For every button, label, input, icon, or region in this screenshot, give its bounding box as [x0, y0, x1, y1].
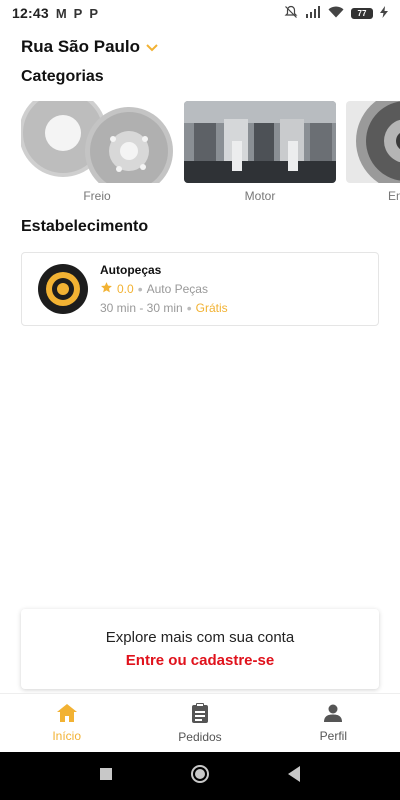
home-button-icon[interactable]	[190, 764, 210, 789]
status-bar-left: 12:43 M P P	[12, 5, 98, 21]
store-name: Autopeças	[100, 263, 162, 277]
nav-item-pedidos[interactable]: Pedidos	[133, 694, 266, 752]
brake-image	[21, 101, 173, 183]
notifications-off-icon	[284, 5, 298, 22]
nav-label: Início	[52, 728, 81, 743]
categories-carousel[interactable]: Freio Motor E	[0, 101, 400, 211]
chevron-down-icon	[146, 37, 158, 57]
person-icon	[324, 704, 343, 725]
status-bar: 12:43 M P P 77	[0, 0, 400, 26]
store-logo	[38, 264, 88, 314]
delivery-fee: Grátis	[195, 301, 228, 315]
address-label: Rua São Paulo	[21, 37, 141, 56]
category-item-motor[interactable]: Motor	[184, 101, 336, 203]
gmail-notification-icon: M	[55, 5, 67, 21]
engine-image	[184, 101, 336, 183]
home-icon	[56, 703, 77, 725]
app-notification-icon: P	[73, 5, 83, 21]
category-label: Freio	[83, 189, 111, 203]
store-rating-row: 0.0 • Auto Peças	[100, 281, 228, 297]
battery-icon: 77	[351, 7, 373, 19]
nav-item-perfil[interactable]: Perfil	[267, 694, 400, 752]
address-selector[interactable]: Rua São Paulo	[21, 37, 158, 57]
category-label: Motor	[244, 189, 276, 203]
category-label: Em	[388, 189, 400, 203]
back-icon[interactable]	[287, 765, 301, 787]
wifi-icon	[328, 5, 344, 21]
login-prompt-card: Explore mais com sua conta Entre ou cada…	[21, 609, 379, 689]
store-rating: 0.0	[117, 282, 134, 296]
signal-icon	[305, 5, 321, 21]
login-prompt-text: Explore mais com sua conta	[105, 629, 295, 646]
login-signup-link[interactable]: Entre ou cadastre-se	[126, 652, 274, 669]
separator-dot: •	[137, 281, 143, 297]
status-time: 12:43	[12, 5, 49, 21]
nav-label: Perfil	[319, 728, 347, 743]
establishments-title: Estabelecimento	[21, 218, 149, 235]
categories-title: Categorias	[21, 68, 104, 85]
store-category: Auto Peças	[146, 282, 208, 296]
status-bar-right: 77	[284, 5, 388, 22]
system-navigation-bar	[0, 752, 400, 800]
clutch-image	[346, 101, 400, 183]
app-notification-icon: P	[89, 5, 98, 21]
category-item-embreagem[interactable]: Em	[346, 101, 400, 203]
store-info: Autopeças 0.0 • Auto Peças 30 min - 30 m…	[100, 263, 228, 315]
star-icon	[100, 281, 113, 297]
clipboard-icon	[191, 702, 209, 726]
establishment-card[interactable]: Autopeças 0.0 • Auto Peças 30 min - 30 m…	[21, 252, 379, 326]
nav-label: Pedidos	[178, 729, 222, 744]
delivery-time: 30 min - 30 min	[100, 301, 183, 315]
store-delivery-row: 30 min - 30 min • Grátis	[100, 301, 228, 315]
charging-icon	[380, 5, 388, 21]
recents-icon[interactable]	[99, 767, 113, 786]
category-item-freio[interactable]: Freio	[21, 101, 173, 203]
nav-item-inicio[interactable]: Início	[0, 694, 133, 752]
separator-dot: •	[186, 300, 192, 316]
bottom-navigation: Início Pedidos Perfil	[0, 693, 400, 752]
